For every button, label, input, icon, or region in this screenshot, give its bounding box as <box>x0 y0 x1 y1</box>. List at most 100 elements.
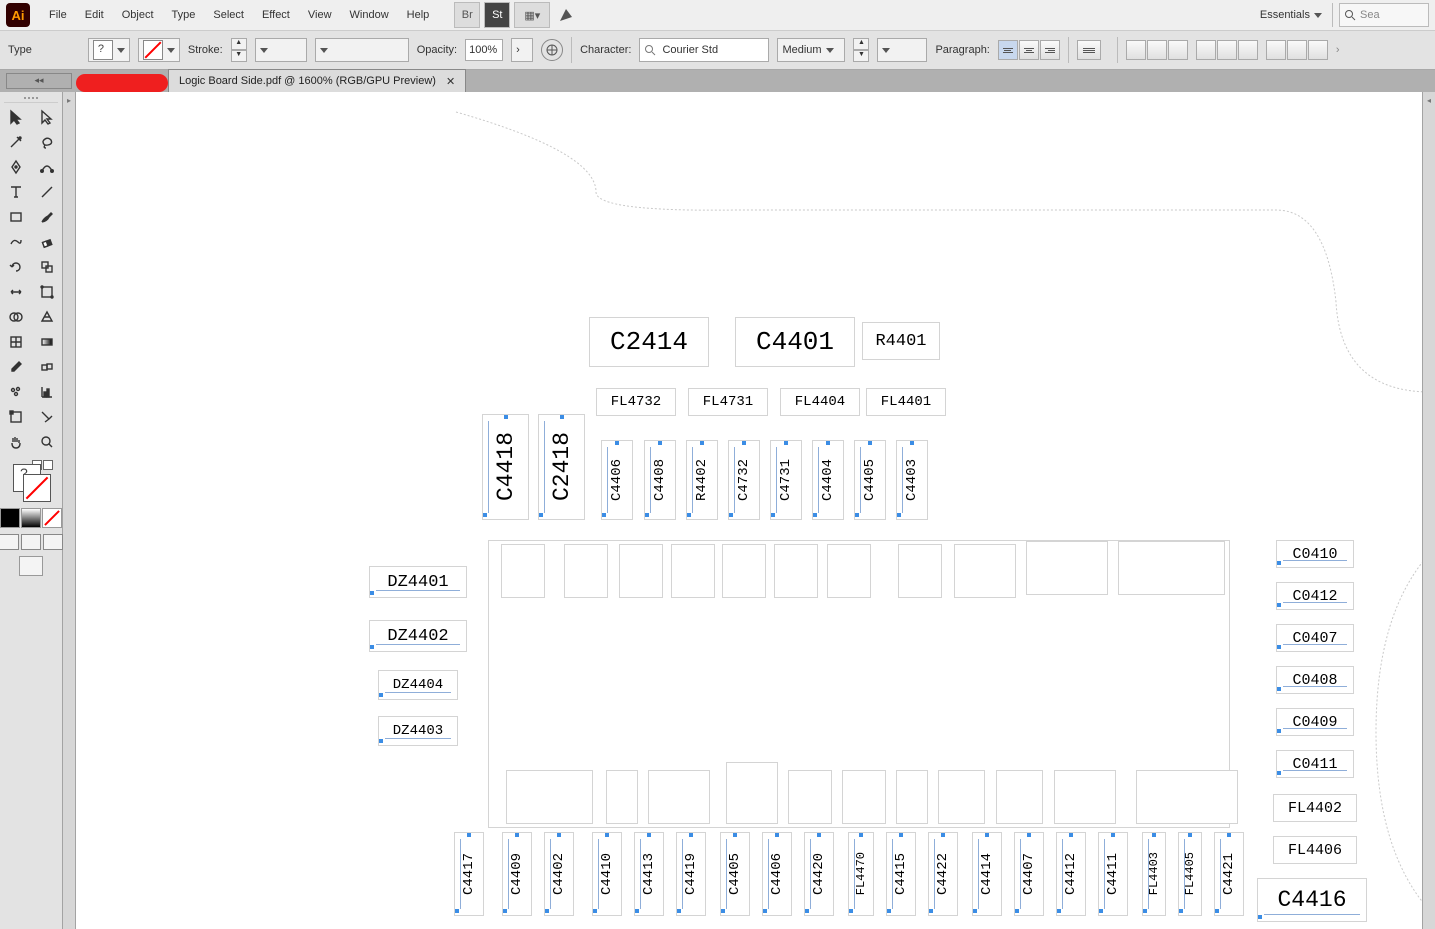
selection-anchor[interactable] <box>1227 833 1231 837</box>
footprint-box[interactable] <box>996 770 1043 824</box>
footprint-box[interactable] <box>842 770 886 824</box>
opacity-expand[interactable]: › <box>511 38 533 62</box>
selection-anchor[interactable] <box>1179 909 1183 913</box>
component-label[interactable]: C4422 <box>928 832 958 916</box>
footprint-box[interactable] <box>1026 541 1108 595</box>
selection-anchor[interactable] <box>689 833 693 837</box>
lasso-tool[interactable] <box>32 130 62 154</box>
selection-anchor[interactable] <box>645 513 649 517</box>
selection-anchor[interactable] <box>784 441 788 445</box>
selection-anchor[interactable] <box>1188 833 1192 837</box>
selection-anchor[interactable] <box>635 909 639 913</box>
menu-help[interactable]: Help <box>398 0 439 30</box>
component-label[interactable]: C4409 <box>502 832 532 916</box>
component-label[interactable]: C2414 <box>589 317 709 367</box>
mesh-tool[interactable] <box>1 330 31 354</box>
selection-anchor[interactable] <box>539 513 543 517</box>
component-label[interactable]: C4404 <box>812 440 844 520</box>
shape-builder-tool[interactable] <box>1 305 31 329</box>
selection-anchor[interactable] <box>771 513 775 517</box>
menu-type[interactable]: Type <box>163 0 205 30</box>
bullets-button[interactable] <box>1077 40 1101 60</box>
selection-anchor[interactable] <box>817 833 821 837</box>
screen-mode-2[interactable] <box>21 534 41 550</box>
align-obj-3[interactable] <box>1168 40 1188 60</box>
align-obj-1[interactable] <box>1126 40 1146 60</box>
stroke-weight[interactable] <box>255 38 307 62</box>
footprint-box[interactable] <box>788 770 832 824</box>
perspective-tool[interactable] <box>32 305 62 329</box>
component-label[interactable]: FL4403 <box>1142 832 1166 916</box>
fill-none-button[interactable] <box>42 508 62 528</box>
free-transform-tool[interactable] <box>32 280 62 304</box>
selection-anchor[interactable] <box>455 909 459 913</box>
footprint-box[interactable] <box>726 762 778 824</box>
selection-anchor[interactable] <box>560 415 564 419</box>
component-label[interactable]: C4732 <box>728 440 760 520</box>
search-input[interactable]: Sea <box>1339 3 1429 27</box>
align-right-button[interactable] <box>1040 40 1060 60</box>
fill-solid-button[interactable] <box>0 508 20 528</box>
footprint-box[interactable] <box>827 544 871 598</box>
font-size-field[interactable] <box>877 38 927 62</box>
artboard-tool[interactable] <box>1 405 31 429</box>
selection-anchor[interactable] <box>742 441 746 445</box>
selection-anchor[interactable] <box>899 833 903 837</box>
selection-anchor[interactable] <box>929 909 933 913</box>
footprint-box[interactable] <box>506 770 593 824</box>
component-label[interactable]: C2418 <box>538 414 585 520</box>
font-size-spinner[interactable]: ▲▼ <box>853 38 869 62</box>
selection-anchor[interactable] <box>897 513 901 517</box>
opacity-field[interactable]: 100% <box>465 39 503 61</box>
curvature-tool[interactable] <box>32 155 62 179</box>
scale-tool[interactable] <box>32 255 62 279</box>
component-label[interactable]: FL4404 <box>780 388 860 416</box>
component-label[interactable]: FL4402 <box>1273 794 1357 822</box>
fill-stroke-swatches[interactable]: ? <box>9 460 53 504</box>
selection-anchor[interactable] <box>370 645 374 649</box>
component-label[interactable]: C0409 <box>1276 708 1354 736</box>
align-obj-7[interactable] <box>1266 40 1286 60</box>
component-label[interactable]: C4407 <box>1014 832 1044 916</box>
selection-anchor[interactable] <box>605 833 609 837</box>
line-tool[interactable] <box>32 180 62 204</box>
gradient-tool[interactable] <box>32 330 62 354</box>
component-label[interactable]: C4408 <box>644 440 676 520</box>
component-label[interactable]: C4412 <box>1056 832 1086 916</box>
blend-tool[interactable] <box>32 355 62 379</box>
component-label[interactable]: C0412 <box>1276 582 1354 610</box>
selection-anchor[interactable] <box>602 513 606 517</box>
selection-anchor[interactable] <box>379 693 383 697</box>
component-label[interactable]: C4420 <box>804 832 834 916</box>
selection-anchor[interactable] <box>1277 603 1281 607</box>
right-panel-handle-right[interactable]: ◂ <box>1422 92 1435 929</box>
bridge-icon[interactable]: Br <box>454 2 480 28</box>
component-label[interactable]: C4410 <box>592 832 622 916</box>
selection-anchor[interactable] <box>545 909 549 913</box>
shaper-tool[interactable] <box>1 230 31 254</box>
selection-anchor[interactable] <box>615 441 619 445</box>
selection-anchor[interactable] <box>1027 833 1031 837</box>
font-family-field[interactable]: Courier Std <box>639 38 769 62</box>
component-label[interactable]: C4414 <box>972 832 1002 916</box>
selection-anchor[interactable] <box>941 833 945 837</box>
paintbrush-tool[interactable] <box>32 205 62 229</box>
menu-effect[interactable]: Effect <box>253 0 299 30</box>
selection-anchor[interactable] <box>593 909 597 913</box>
footprint-box[interactable] <box>671 544 715 598</box>
selection-anchor[interactable] <box>1258 915 1262 919</box>
component-label[interactable]: C4406 <box>601 440 633 520</box>
document-tab[interactable]: Logic Board Side.pdf @ 1600% (RGB/GPU Pr… <box>168 69 466 92</box>
selection-anchor[interactable] <box>1057 909 1061 913</box>
component-label[interactable]: C4413 <box>634 832 664 916</box>
footprint-box[interactable] <box>896 770 928 824</box>
selection-anchor[interactable] <box>1277 729 1281 733</box>
selection-anchor[interactable] <box>1215 909 1219 913</box>
footprint-box[interactable] <box>898 544 942 598</box>
component-label[interactable]: C4406 <box>762 832 792 916</box>
selection-anchor[interactable] <box>467 833 471 837</box>
component-label[interactable]: FL4406 <box>1273 836 1357 864</box>
component-label[interactable]: C4405 <box>720 832 750 916</box>
zoom-tool[interactable] <box>32 430 62 454</box>
selection-anchor[interactable] <box>805 909 809 913</box>
